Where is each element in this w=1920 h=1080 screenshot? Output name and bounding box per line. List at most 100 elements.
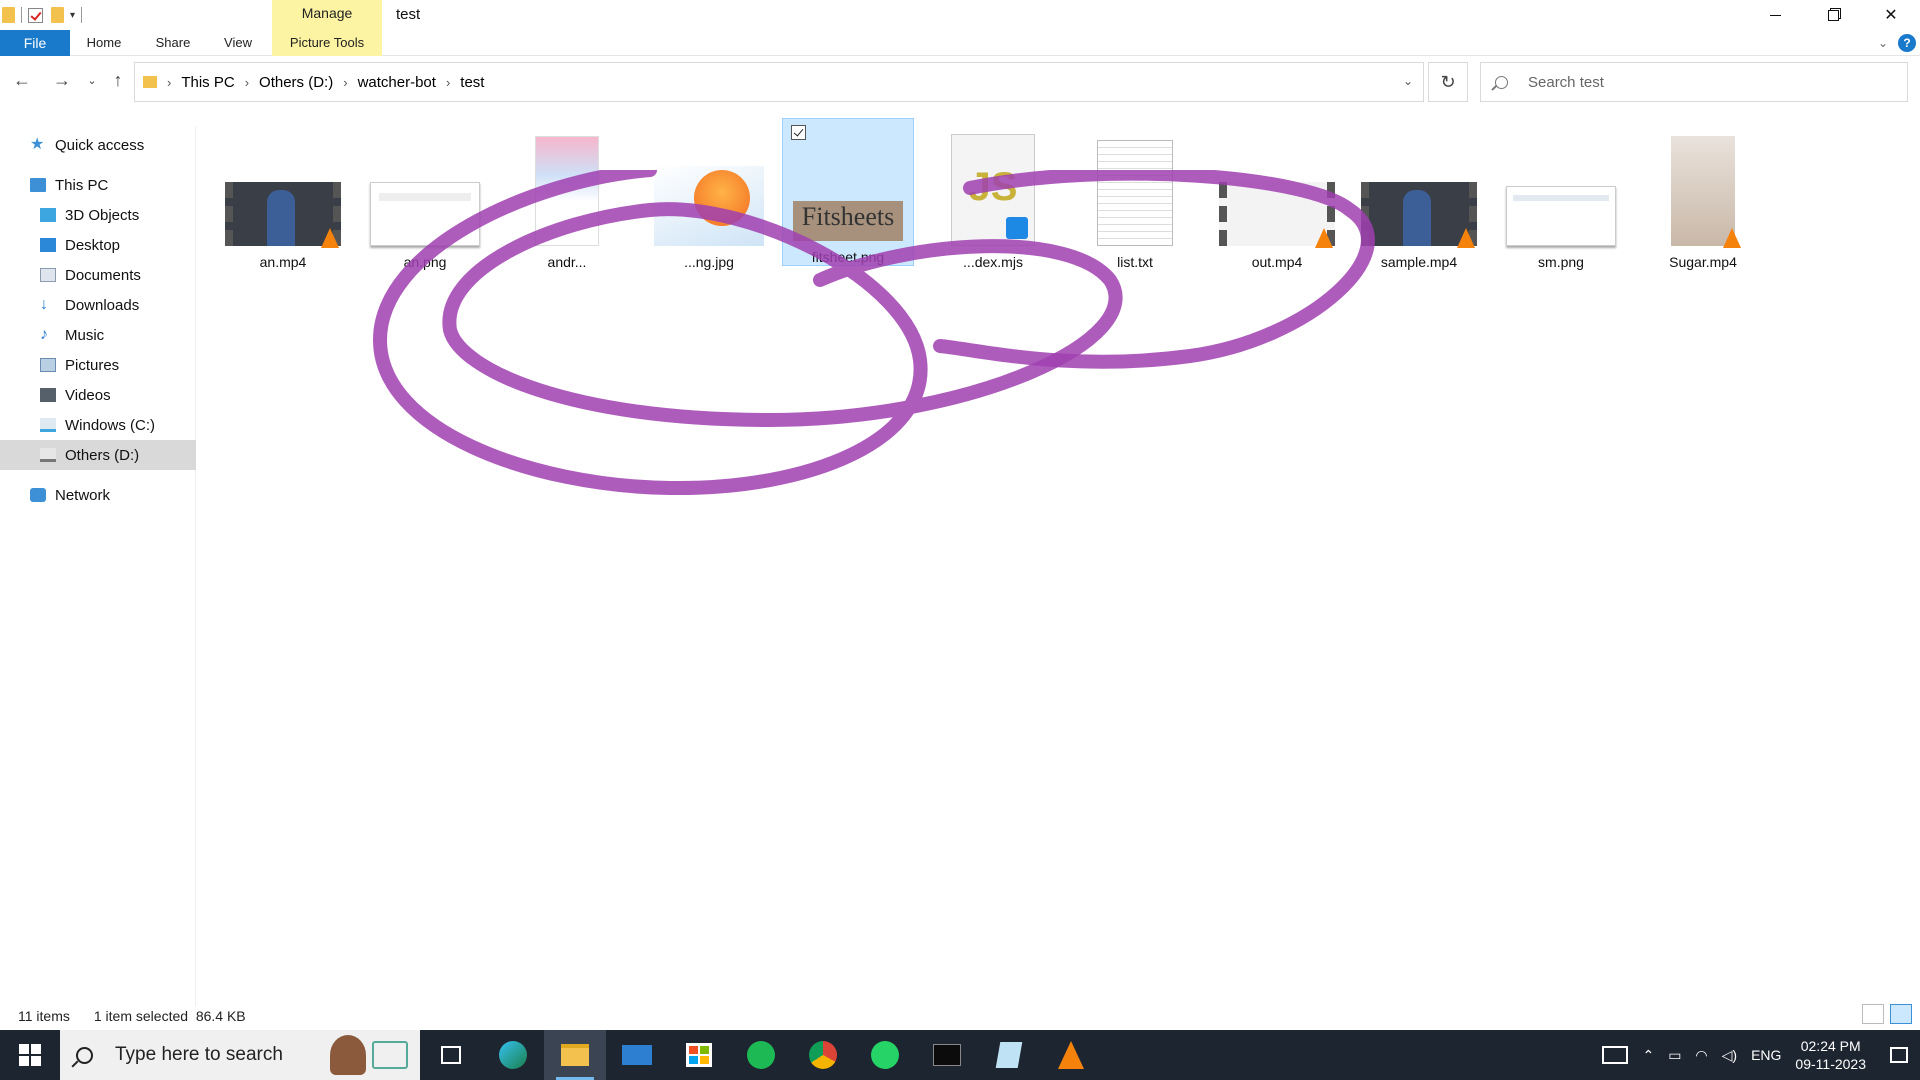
- taskbar-search[interactable]: Type here to search: [60, 1030, 420, 1080]
- tab-view[interactable]: View: [218, 30, 258, 56]
- file-item[interactable]: sm.png: [1496, 120, 1626, 270]
- sidebar-item-others-d[interactable]: Others (D:): [0, 440, 196, 470]
- minimize-button[interactable]: [1746, 0, 1804, 30]
- spotify-icon[interactable]: [730, 1030, 792, 1080]
- store-icon[interactable]: [668, 1030, 730, 1080]
- checkbox-icon[interactable]: [791, 125, 806, 140]
- ribbon-tabs: File Home Share View Picture Tools ⌄ ?: [0, 30, 1920, 56]
- maximize-button[interactable]: [1804, 0, 1862, 30]
- breadcrumb-test[interactable]: test: [460, 74, 484, 91]
- tab-share[interactable]: Share: [150, 30, 196, 56]
- notepad-icon[interactable]: [978, 1030, 1040, 1080]
- clock[interactable]: 02:24 PM 09-11-2023: [1795, 1037, 1866, 1073]
- back-arrow-icon[interactable]: ←: [10, 70, 34, 91]
- customize-toolbar-icon[interactable]: ▾: [70, 10, 75, 21]
- refresh-button[interactable]: ↻: [1428, 62, 1468, 102]
- breadcrumb-others-d[interactable]: Others (D:): [259, 74, 333, 91]
- taskbar: Type here to search ⌃ ▭ ◠ ◁) ENG 02:24 P…: [0, 1030, 1920, 1080]
- file-item[interactable]: Sugar.mp4: [1638, 120, 1768, 270]
- sidebar-item-3d-objects[interactable]: 3D Objects: [0, 200, 196, 230]
- sidebar-item-label: Downloads: [65, 296, 140, 314]
- sidebar-item-desktop[interactable]: Desktop: [0, 230, 196, 260]
- sidebar-item-label: Desktop: [65, 236, 121, 254]
- status-bar: 11 items 1 item selected 86.4 KB: [0, 1004, 1920, 1028]
- whatsapp-icon[interactable]: [854, 1030, 916, 1080]
- minimize-icon: [1769, 14, 1781, 16]
- chrome-icon[interactable]: [792, 1030, 854, 1080]
- sidebar-item-pictures[interactable]: Pictures: [0, 350, 196, 380]
- new-folder-icon[interactable]: [51, 7, 64, 23]
- news-widget-icon[interactable]: [1602, 1046, 1629, 1064]
- chevron-up-icon[interactable]: ⌃: [1642, 1047, 1654, 1064]
- search-icon: [76, 1046, 93, 1064]
- sidebar-item-music[interactable]: ♪ Music: [0, 320, 196, 350]
- chevron-right-icon[interactable]: ›: [167, 75, 171, 90]
- vlc-icon[interactable]: [1040, 1030, 1102, 1080]
- image-content: [1513, 195, 1609, 201]
- sidebar-item-network[interactable]: Network: [0, 480, 196, 510]
- start-button[interactable]: [0, 1030, 60, 1080]
- vlc-icon: [321, 228, 339, 248]
- language-indicator[interactable]: ENG: [1751, 1047, 1781, 1063]
- view-toggle: [1862, 1004, 1912, 1024]
- task-view-icon[interactable]: [420, 1030, 482, 1080]
- file-view: an.mp4 an.png andr... ...ng.jpg Fitsheet…: [200, 110, 1910, 990]
- tab-home[interactable]: Home: [80, 30, 128, 56]
- sidebar-item-videos[interactable]: Videos: [0, 380, 196, 410]
- breadcrumb-this-pc[interactable]: This PC: [181, 74, 234, 91]
- address-bar[interactable]: › This PC › Others (D:) › watcher-bot › …: [134, 62, 1424, 102]
- manage-tab[interactable]: Manage: [272, 0, 382, 30]
- person-figure: [267, 190, 295, 246]
- video-thumbnail: [225, 182, 341, 248]
- chart-graphic: [372, 1041, 408, 1069]
- sidebar-item-label: Documents: [65, 266, 141, 284]
- chevron-right-icon[interactable]: ›: [446, 75, 450, 90]
- sidebar-item-label: Pictures: [65, 356, 120, 374]
- meet-icon[interactable]: ▭: [1668, 1047, 1681, 1064]
- file-item[interactable]: an.mp4: [218, 120, 348, 270]
- tab-picture-tools[interactable]: Picture Tools: [272, 30, 382, 56]
- sidebar-item-label: Others (D:): [65, 446, 140, 464]
- recent-locations-icon[interactable]: ⌄: [80, 74, 104, 87]
- breadcrumb-watcher-bot[interactable]: watcher-bot: [358, 74, 436, 91]
- file-name: an.mp4: [259, 254, 307, 270]
- expand-ribbon-icon[interactable]: ⌄: [1878, 36, 1888, 50]
- terminal-icon[interactable]: [916, 1030, 978, 1080]
- annotation-stroke: [933, 170, 1375, 369]
- tab-file[interactable]: File: [0, 30, 70, 56]
- sidebar-item-windows-c[interactable]: Windows (C:): [0, 410, 196, 440]
- video-thumbnail: [1671, 136, 1741, 248]
- up-arrow-icon[interactable]: ↑: [106, 70, 130, 91]
- large-icons-view-icon[interactable]: [1890, 1004, 1912, 1024]
- chevron-right-icon[interactable]: ›: [245, 75, 249, 90]
- maximize-icon: [1827, 9, 1839, 21]
- properties-icon[interactable]: [28, 7, 43, 23]
- document-icon: [40, 268, 56, 282]
- forward-arrow-icon[interactable]: →: [50, 70, 74, 91]
- annotation-stroke: [372, 170, 1123, 496]
- search-box[interactable]: Search test: [1480, 62, 1908, 102]
- sidebar-item-downloads[interactable]: ↓ Downloads: [0, 290, 196, 320]
- close-button[interactable]: ✕: [1862, 0, 1920, 30]
- help-icon[interactable]: ?: [1898, 34, 1916, 52]
- window-title: test: [396, 6, 421, 23]
- chevron-right-icon[interactable]: ›: [343, 75, 347, 90]
- file-explorer-icon[interactable]: [544, 1030, 606, 1080]
- sidebar-item-documents[interactable]: Documents: [0, 260, 196, 290]
- chevron-down-icon[interactable]: ⌄: [1403, 74, 1413, 88]
- wifi-icon[interactable]: ◠: [1695, 1047, 1707, 1064]
- desktop-icon: [40, 238, 56, 252]
- download-icon: ↓: [40, 296, 48, 313]
- volume-icon[interactable]: ◁): [1722, 1047, 1737, 1064]
- details-view-icon[interactable]: [1862, 1004, 1884, 1024]
- notification-icon[interactable]: [1890, 1047, 1908, 1063]
- drive-icon: [40, 448, 56, 462]
- quick-access-toolbar: ▾: [0, 4, 83, 26]
- taskbar-search-placeholder: Type here to search: [115, 1044, 283, 1065]
- sidebar-item-this-pc[interactable]: This PC: [0, 170, 196, 200]
- edge-icon[interactable]: [482, 1030, 544, 1080]
- sidebar-item-quick-access[interactable]: ★ Quick access: [0, 130, 196, 160]
- mail-icon[interactable]: [606, 1030, 668, 1080]
- file-name: sm.png: [1538, 254, 1584, 270]
- selection-count: 1 item selected: [93, 1008, 189, 1024]
